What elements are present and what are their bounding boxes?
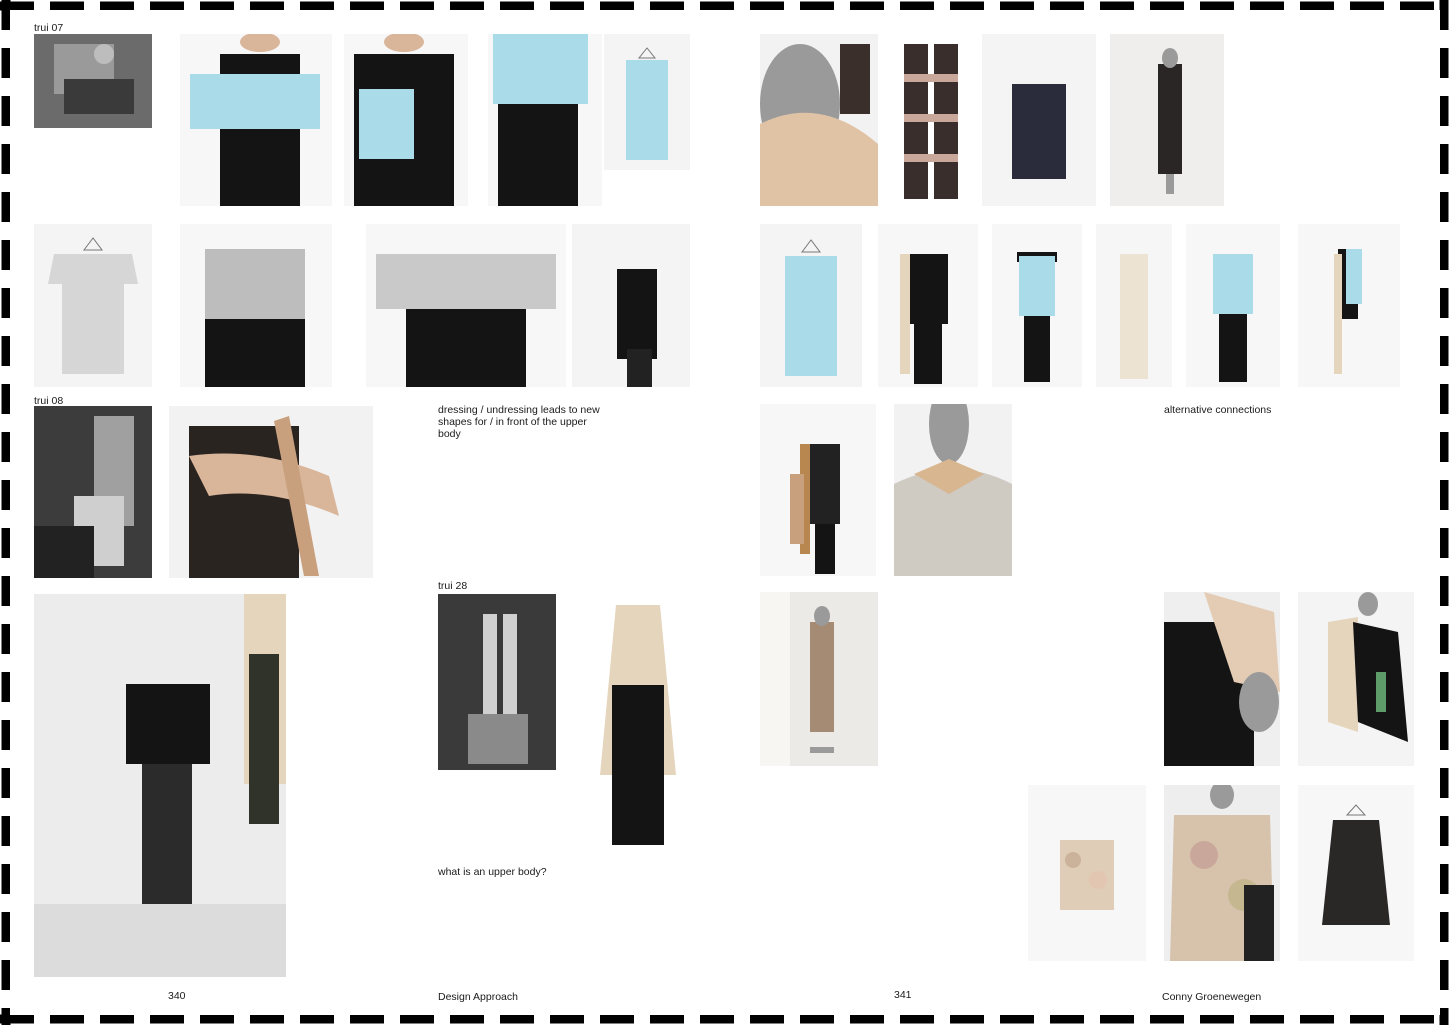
right-page-number: 341	[894, 989, 912, 1001]
label-trui-28: trui 28	[438, 580, 468, 592]
photo-cream-panel-on-hanger	[1096, 224, 1172, 387]
photo-grey-tee-over-head	[180, 224, 332, 387]
photo-light-blue-top-held-out	[180, 34, 332, 206]
photo-grey-tee-stretched	[366, 224, 566, 387]
photo-mannequin-grey-sweater-collar	[894, 404, 1012, 576]
archival-photo-inverted-figure	[438, 594, 556, 770]
photo-mannequin-floral-scarf	[1164, 785, 1280, 961]
photo-mannequin-black-coat	[1110, 34, 1224, 206]
photo-model-blue-tank-front-2	[1186, 224, 1280, 387]
photo-light-blue-tank-on-hanger	[604, 34, 690, 170]
photo-nude-stocking-stretch	[169, 406, 373, 578]
archival-photo-legs	[34, 406, 152, 578]
photo-light-blue-top-over-head	[488, 34, 602, 206]
label-trui-07: trui 07	[34, 22, 64, 34]
photo-black-dress-on-hanger	[1298, 785, 1414, 961]
left-footer-section: Design Approach	[438, 991, 518, 1003]
photo-mannequin-back-room	[760, 592, 878, 766]
caption-alternative-connections: alternative connections	[1164, 404, 1272, 416]
photo-hanging-black-sweater-and-beige-garment	[34, 594, 286, 977]
photo-beige-scarf-black-dress	[596, 605, 680, 847]
photo-navy-turtleneck	[982, 34, 1096, 206]
caption-dressing-undressing: dressing / undressing leads to new shape…	[438, 404, 600, 440]
photo-grey-tee-on-hanger	[34, 224, 152, 387]
photo-model-back-beige-panel	[878, 224, 978, 387]
photo-mannequin-black-button-drape	[1164, 592, 1280, 766]
left-page-number: 340	[168, 990, 186, 1002]
photo-model-tan-scarf-arms	[760, 404, 876, 576]
photo-model-side-blue-tank	[1298, 224, 1400, 387]
photo-floral-knit-blouse	[1028, 785, 1146, 961]
right-footer-author: Conny Groenewegen	[1162, 991, 1262, 1003]
archival-photo-rolling-sweater	[34, 34, 152, 128]
photo-light-blue-top-folding	[344, 34, 468, 206]
photo-patterned-knit-trousers	[886, 34, 976, 206]
photo-black-tee-on-hanger	[572, 224, 690, 387]
photo-mannequin-nude-knit	[760, 34, 878, 206]
magazine-spread: trui 07 trui 08 dressing / undressing le…	[10, 10, 1440, 1015]
photo-model-front-blue-tank	[992, 224, 1082, 387]
photo-mannequin-black-drape-green-glove	[1298, 592, 1414, 766]
caption-what-is-upper-body: what is an upper body?	[438, 866, 547, 878]
photo-light-blue-tank-on-hanger-2	[760, 224, 862, 387]
